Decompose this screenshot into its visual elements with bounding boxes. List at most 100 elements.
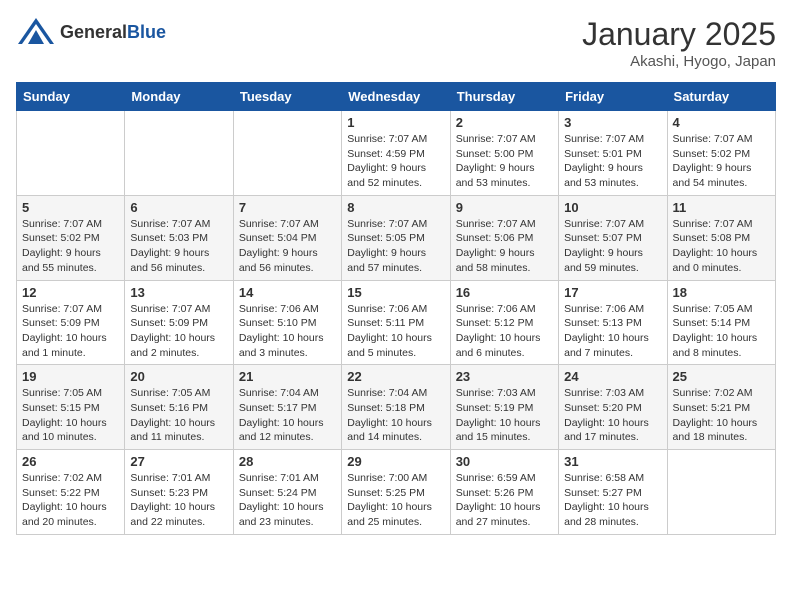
day-info: Sunrise: 7:03 AMSunset: 5:19 PMDaylight:… <box>456 386 553 445</box>
day-info: Sunrise: 7:05 AMSunset: 5:16 PMDaylight:… <box>130 386 227 445</box>
calendar-cell: 11 Sunrise: 7:07 AMSunset: 5:08 PMDayligh… <box>667 195 775 280</box>
day-info: Sunrise: 7:07 AMSunset: 5:09 PMDaylight:… <box>130 302 227 361</box>
calendar-cell: 30 Sunrise: 6:59 AMSunset: 5:26 PMDayligh… <box>450 450 558 535</box>
day-number: 27 <box>130 454 227 469</box>
day-info: Sunrise: 7:04 AMSunset: 5:17 PMDaylight:… <box>239 386 336 445</box>
calendar-cell: 6 Sunrise: 7:07 AMSunset: 5:03 PMDaylight… <box>125 195 233 280</box>
calendar-cell: 23 Sunrise: 7:03 AMSunset: 5:19 PMDayligh… <box>450 365 558 450</box>
calendar-subtitle: Akashi, Hyogo, Japan <box>582 53 776 70</box>
calendar-cell <box>17 111 125 196</box>
calendar-cell: 3 Sunrise: 7:07 AMSunset: 5:01 PMDaylight… <box>559 111 667 196</box>
day-info: Sunrise: 7:06 AMSunset: 5:11 PMDaylight:… <box>347 302 444 361</box>
day-info: Sunrise: 7:07 AMSunset: 5:03 PMDaylight:… <box>130 217 227 276</box>
day-header-monday: Monday <box>125 83 233 111</box>
calendar-cell: 26 Sunrise: 7:02 AMSunset: 5:22 PMDayligh… <box>17 450 125 535</box>
day-number: 20 <box>130 369 227 384</box>
week-row-1: 1 Sunrise: 7:07 AMSunset: 4:59 PMDaylight… <box>17 111 776 196</box>
day-number: 4 <box>673 115 770 130</box>
day-number: 6 <box>130 200 227 215</box>
day-info: Sunrise: 7:07 AMSunset: 4:59 PMDaylight:… <box>347 132 444 191</box>
day-number: 14 <box>239 285 336 300</box>
day-info: Sunrise: 6:58 AMSunset: 5:27 PMDaylight:… <box>564 471 661 530</box>
day-info: Sunrise: 7:07 AMSunset: 5:06 PMDaylight:… <box>456 217 553 276</box>
day-header-sunday: Sunday <box>17 83 125 111</box>
day-info: Sunrise: 7:07 AMSunset: 5:07 PMDaylight:… <box>564 217 661 276</box>
logo-blue: Blue <box>127 22 166 42</box>
calendar-cell: 4 Sunrise: 7:07 AMSunset: 5:02 PMDaylight… <box>667 111 775 196</box>
day-info: Sunrise: 7:02 AMSunset: 5:21 PMDaylight:… <box>673 386 770 445</box>
day-header-saturday: Saturday <box>667 83 775 111</box>
logo: GeneralBlue <box>16 16 166 48</box>
day-info: Sunrise: 7:07 AMSunset: 5:04 PMDaylight:… <box>239 217 336 276</box>
calendar-cell <box>233 111 341 196</box>
day-number: 7 <box>239 200 336 215</box>
day-header-thursday: Thursday <box>450 83 558 111</box>
day-info: Sunrise: 7:04 AMSunset: 5:18 PMDaylight:… <box>347 386 444 445</box>
day-info: Sunrise: 7:01 AMSunset: 5:24 PMDaylight:… <box>239 471 336 530</box>
day-header-friday: Friday <box>559 83 667 111</box>
calendar-cell: 2 Sunrise: 7:07 AMSunset: 5:00 PMDaylight… <box>450 111 558 196</box>
day-number: 30 <box>456 454 553 469</box>
day-info: Sunrise: 7:06 AMSunset: 5:12 PMDaylight:… <box>456 302 553 361</box>
day-number: 10 <box>564 200 661 215</box>
day-number: 28 <box>239 454 336 469</box>
day-info: Sunrise: 7:01 AMSunset: 5:23 PMDaylight:… <box>130 471 227 530</box>
calendar-cell: 10 Sunrise: 7:07 AMSunset: 5:07 PMDayligh… <box>559 195 667 280</box>
title-block: January 2025 Akashi, Hyogo, Japan <box>582 16 776 70</box>
day-number: 18 <box>673 285 770 300</box>
day-number: 15 <box>347 285 444 300</box>
calendar-cell: 31 Sunrise: 6:58 AMSunset: 5:27 PMDayligh… <box>559 450 667 535</box>
day-number: 17 <box>564 285 661 300</box>
calendar-cell: 24 Sunrise: 7:03 AMSunset: 5:20 PMDayligh… <box>559 365 667 450</box>
day-info: Sunrise: 6:59 AMSunset: 5:26 PMDaylight:… <box>456 471 553 530</box>
day-number: 8 <box>347 200 444 215</box>
calendar-cell: 29 Sunrise: 7:00 AMSunset: 5:25 PMDayligh… <box>342 450 450 535</box>
calendar-cell: 19 Sunrise: 7:05 AMSunset: 5:15 PMDayligh… <box>17 365 125 450</box>
day-number: 19 <box>22 369 119 384</box>
day-info: Sunrise: 7:05 AMSunset: 5:15 PMDaylight:… <box>22 386 119 445</box>
day-info: Sunrise: 7:06 AMSunset: 5:10 PMDaylight:… <box>239 302 336 361</box>
day-number: 2 <box>456 115 553 130</box>
logo-icon <box>16 16 56 48</box>
day-header-tuesday: Tuesday <box>233 83 341 111</box>
page-header: GeneralBlue January 2025 Akashi, Hyogo, … <box>16 16 776 70</box>
day-info: Sunrise: 7:03 AMSunset: 5:20 PMDaylight:… <box>564 386 661 445</box>
day-info: Sunrise: 7:02 AMSunset: 5:22 PMDaylight:… <box>22 471 119 530</box>
calendar-cell: 15 Sunrise: 7:06 AMSunset: 5:11 PMDayligh… <box>342 280 450 365</box>
day-number: 31 <box>564 454 661 469</box>
day-number: 3 <box>564 115 661 130</box>
day-info: Sunrise: 7:07 AMSunset: 5:01 PMDaylight:… <box>564 132 661 191</box>
day-number: 1 <box>347 115 444 130</box>
week-row-5: 26 Sunrise: 7:02 AMSunset: 5:22 PMDayligh… <box>17 450 776 535</box>
day-info: Sunrise: 7:07 AMSunset: 5:09 PMDaylight:… <box>22 302 119 361</box>
day-info: Sunrise: 7:07 AMSunset: 5:08 PMDaylight:… <box>673 217 770 276</box>
calendar-cell <box>125 111 233 196</box>
calendar-cell: 12 Sunrise: 7:07 AMSunset: 5:09 PMDayligh… <box>17 280 125 365</box>
calendar-cell: 22 Sunrise: 7:04 AMSunset: 5:18 PMDayligh… <box>342 365 450 450</box>
calendar-cell: 8Sunrise: 7:07 AMSunset: 5:05 PMDaylight… <box>342 195 450 280</box>
calendar-title: January 2025 <box>582 16 776 53</box>
week-row-2: 5 Sunrise: 7:07 AMSunset: 5:02 PMDaylight… <box>17 195 776 280</box>
day-number: 5 <box>22 200 119 215</box>
day-number: 29 <box>347 454 444 469</box>
day-info: Sunrise: 7:00 AMSunset: 5:25 PMDaylight:… <box>347 471 444 530</box>
day-number: 26 <box>22 454 119 469</box>
calendar-cell: 18Sunrise: 7:05 AMSunset: 5:14 PMDayligh… <box>667 280 775 365</box>
day-number: 11 <box>673 200 770 215</box>
day-info: Sunrise: 7:07 AMSunset: 5:02 PMDaylight:… <box>673 132 770 191</box>
day-number: 23 <box>456 369 553 384</box>
calendar-cell: 1 Sunrise: 7:07 AMSunset: 4:59 PMDaylight… <box>342 111 450 196</box>
calendar-cell: 20 Sunrise: 7:05 AMSunset: 5:16 PMDayligh… <box>125 365 233 450</box>
day-number: 22 <box>347 369 444 384</box>
day-number: 12 <box>22 285 119 300</box>
day-number: 24 <box>564 369 661 384</box>
calendar-cell: 25Sunrise: 7:02 AMSunset: 5:21 PMDayligh… <box>667 365 775 450</box>
calendar-cell: 28 Sunrise: 7:01 AMSunset: 5:24 PMDayligh… <box>233 450 341 535</box>
calendar-cell: 5 Sunrise: 7:07 AMSunset: 5:02 PMDaylight… <box>17 195 125 280</box>
day-info: Sunrise: 7:06 AMSunset: 5:13 PMDaylight:… <box>564 302 661 361</box>
day-number: 13 <box>130 285 227 300</box>
calendar-table: SundayMondayTuesdayWednesdayThursdayFrid… <box>16 82 776 535</box>
day-info: Sunrise: 7:07 AMSunset: 5:02 PMDaylight:… <box>22 217 119 276</box>
day-info: Sunrise: 7:07 AMSunset: 5:00 PMDaylight:… <box>456 132 553 191</box>
day-number: 16 <box>456 285 553 300</box>
